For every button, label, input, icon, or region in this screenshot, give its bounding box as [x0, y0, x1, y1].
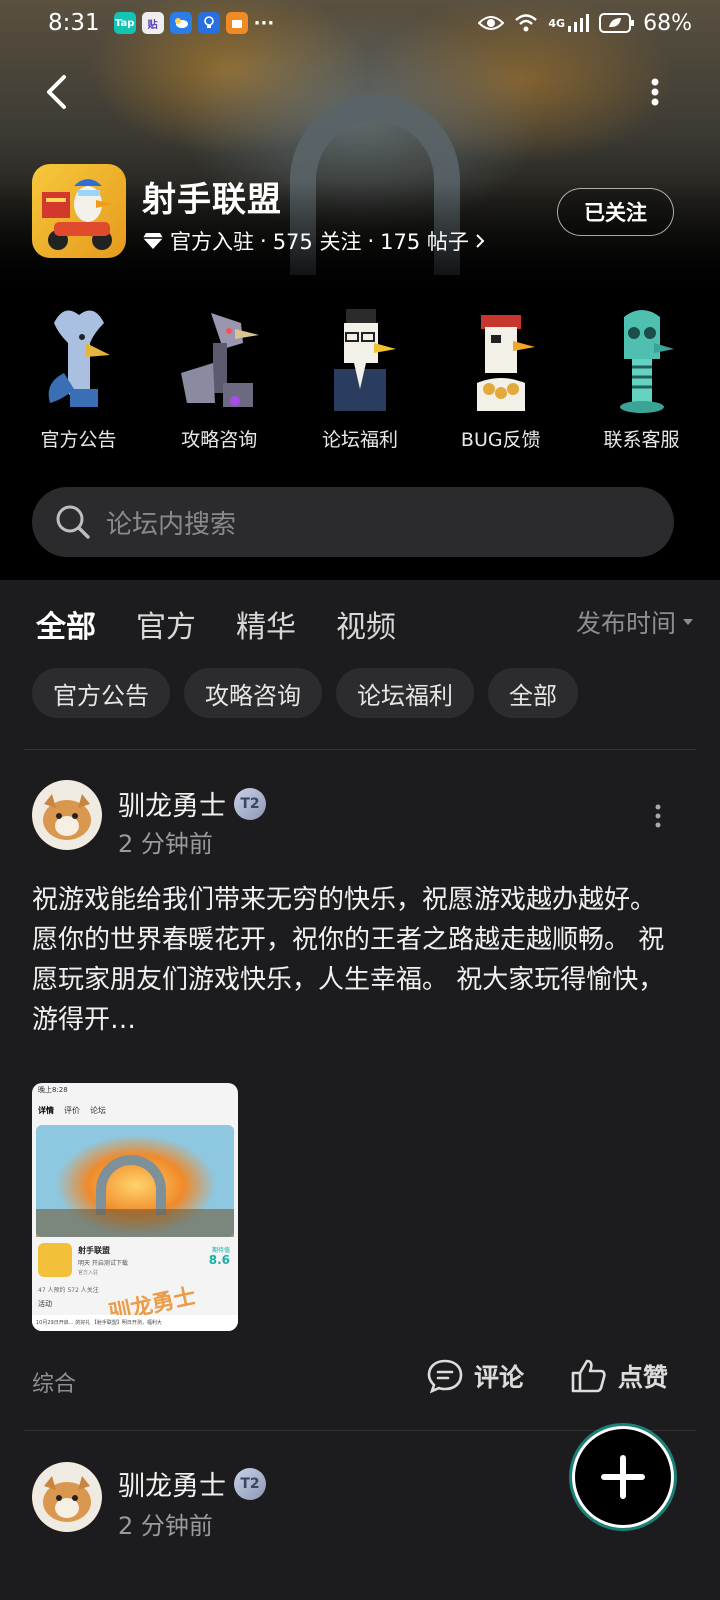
post-image[interactable]: 晚上8:28 详情 评价 论坛 射手联盟 明天 开启测试下载 官方入驻 期待值 … — [32, 1083, 238, 1331]
plus-icon — [601, 1455, 645, 1499]
author-name: 驯龙勇士 — [118, 791, 226, 822]
more-options-button[interactable] — [640, 72, 670, 112]
level-badge: T2 — [234, 1467, 266, 1500]
wifi-icon — [514, 13, 538, 33]
tab-featured[interactable]: 精华 — [236, 602, 296, 646]
shortcut-customer-service[interactable]: 联系客服 — [573, 300, 710, 460]
thumb-nav: 详情 评价 论坛 — [38, 1106, 106, 1115]
tab-official[interactable]: 官方 — [136, 602, 196, 646]
chip-all[interactable]: 全部 — [488, 668, 578, 718]
weather-icon — [169, 12, 192, 34]
robot-goose-icon — [164, 300, 274, 415]
level-badge: T2 — [234, 787, 266, 820]
post-author[interactable]: 驯龙勇士 T2 — [118, 784, 266, 823]
avatar[interactable] — [32, 1462, 102, 1532]
comment-icon — [427, 1359, 463, 1394]
network-type: 4G — [548, 16, 566, 30]
author-name: 驯龙勇士 — [118, 1471, 226, 1502]
category-chips: 官方公告 攻略咨询 论坛福利 全部 — [32, 668, 578, 718]
post-author[interactable]: 驯龙勇士 T2 — [118, 1464, 266, 1503]
new-post-button[interactable] — [572, 1426, 674, 1528]
more-notifications-icon: ··· — [253, 12, 275, 34]
comment-label: 评论 — [474, 1363, 525, 1392]
shortcut-bug-report[interactable]: BUG反馈 — [432, 300, 569, 460]
status-bar: 8:31 Tap 贴 ··· 4G 68% — [0, 0, 720, 46]
feed-tabs: 全部 官方 精华 视频 — [36, 602, 396, 650]
like-label: 点赞 — [618, 1363, 669, 1392]
battery-saver-icon — [599, 13, 635, 33]
glasses-goose-icon — [305, 300, 415, 415]
search-icon — [56, 505, 90, 539]
status-time: 8:31 — [48, 10, 100, 36]
chip-announcements[interactable]: 官方公告 — [32, 668, 170, 718]
comment-button[interactable]: 评论 — [426, 1358, 524, 1394]
goose-rider-icon — [42, 179, 112, 250]
thumb-status: 晚上8:28 — [38, 1086, 68, 1094]
forum-search-input[interactable]: 论坛内搜索 — [32, 487, 674, 557]
post-count: 175 帖子 — [380, 230, 469, 254]
divider — [24, 749, 696, 750]
battery-percent: 68% — [643, 10, 692, 36]
follower-count: 575 关注 — [272, 230, 362, 254]
cellular-signal-icon: 4G — [548, 14, 590, 32]
post-time: 2 分钟前 — [118, 1512, 213, 1540]
back-arrow-icon — [47, 75, 66, 109]
game-icon[interactable] — [32, 164, 126, 258]
chip-guides[interactable]: 攻略咨询 — [184, 668, 322, 718]
caret-down-icon — [683, 619, 693, 625]
zombie-goose-icon — [587, 300, 697, 415]
like-button[interactable]: 点赞 — [570, 1358, 668, 1394]
thumb-game-icon — [38, 1243, 72, 1277]
thumb-banner-art — [36, 1125, 234, 1237]
shortcut-label: 攻略咨询 — [181, 429, 258, 451]
avatar[interactable] — [32, 780, 102, 850]
search-placeholder: 论坛内搜索 — [106, 509, 237, 540]
shortcut-grid: 官方公告 攻略咨询 论坛福利 BUG反馈 联系客服 — [10, 300, 710, 460]
forum-title: 射手联盟 — [142, 180, 282, 220]
official-label: 官方入驻 — [170, 230, 254, 254]
sort-label: 发布时间 — [575, 609, 676, 638]
vertical-dots-icon — [651, 78, 659, 106]
post-more-button[interactable] — [648, 798, 668, 834]
tieba-icon: 贴 — [141, 12, 164, 34]
taptap-icon: Tap — [113, 12, 136, 34]
shortcut-label: BUG反馈 — [460, 429, 541, 451]
tab-video[interactable]: 视频 — [336, 602, 396, 646]
sort-dropdown[interactable]: 发布时间 — [576, 604, 694, 640]
bulb-icon — [197, 12, 220, 34]
chevron-right-icon — [476, 234, 485, 248]
tab-all[interactable]: 全部 — [36, 602, 96, 650]
cat-avatar-icon — [32, 780, 102, 850]
post-body[interactable]: 祝游戏能给我们带来无穷的快乐，祝愿游戏越办越好。 愿你的世界春暖花开，祝你的王者… — [32, 880, 672, 1040]
shortcut-welfare[interactable]: 论坛福利 — [292, 300, 429, 460]
chip-welfare[interactable]: 论坛福利 — [336, 668, 474, 718]
cat-avatar-icon — [32, 1462, 102, 1532]
shortcut-label: 官方公告 — [40, 429, 117, 451]
diamond-icon — [143, 233, 163, 249]
divider — [24, 1430, 696, 1431]
forum-meta[interactable]: 官方入驻 · 575 关注 · 175 帖子 — [142, 226, 485, 256]
vertical-dots-icon — [655, 804, 661, 828]
ghost-goose-icon — [24, 300, 134, 415]
post-category: 综合 — [32, 1372, 77, 1397]
post-time: 2 分钟前 — [118, 830, 213, 858]
thumbs-up-icon — [571, 1359, 606, 1393]
shortcut-guides[interactable]: 攻略咨询 — [151, 300, 288, 460]
shortcut-announcements[interactable]: 官方公告 — [10, 300, 147, 460]
shortcut-label: 论坛福利 — [321, 429, 398, 451]
pirate-goose-icon — [446, 300, 556, 415]
back-button[interactable] — [36, 70, 76, 114]
eye-icon — [478, 14, 505, 32]
shortcut-label: 联系客服 — [603, 429, 680, 451]
follow-button[interactable]: 已关注 — [557, 188, 674, 236]
shopping-icon — [225, 12, 248, 34]
